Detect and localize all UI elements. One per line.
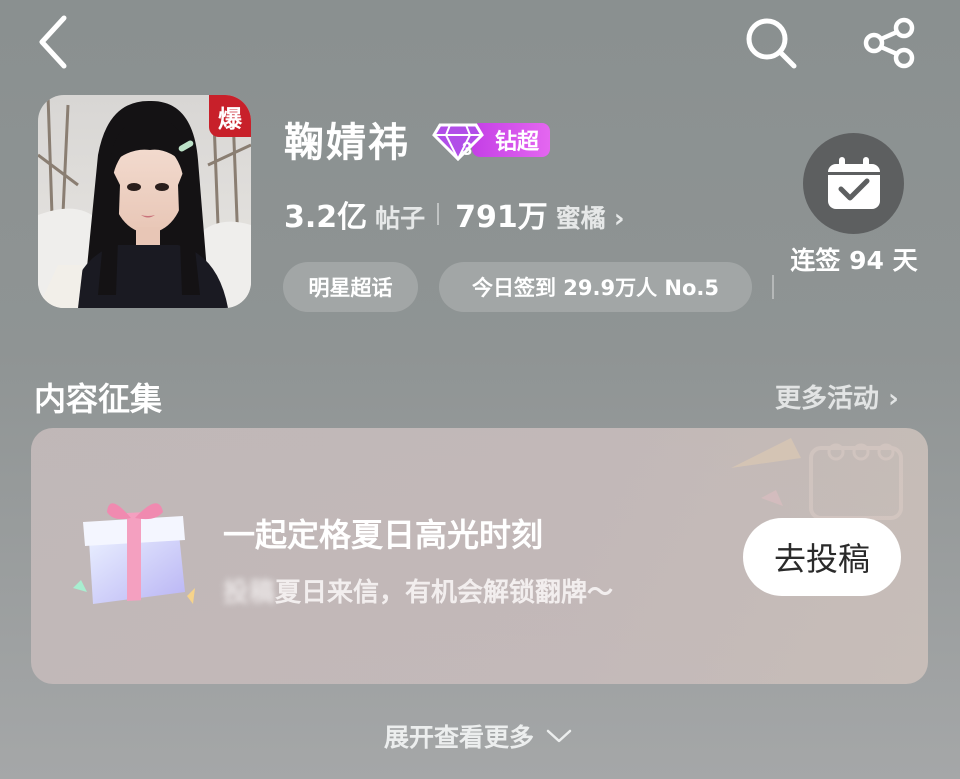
- posts-label: 帖子: [375, 204, 426, 233]
- chip-star-supertopic[interactable]: 明星超话: [283, 262, 418, 312]
- expand-more-button[interactable]: 展开查看更多: [384, 718, 572, 754]
- checkin-button[interactable]: [803, 133, 904, 234]
- submit-button[interactable]: 去投稿: [743, 518, 901, 596]
- calendar-check-icon: [827, 156, 880, 209]
- share-icon[interactable]: [860, 14, 920, 72]
- avatar[interactable]: 爆: [38, 95, 251, 308]
- fans-label: 蜜橘: [555, 204, 606, 233]
- search-icon[interactable]: [742, 14, 800, 72]
- gift-box-icon: [73, 503, 195, 604]
- campaign-subtitle-blurred: 投稿: [223, 578, 276, 608]
- hot-badge: 爆: [209, 95, 251, 137]
- more-activities-label: 更多活动: [775, 384, 880, 414]
- campaign-title: 一起定格夏日高光时刻: [223, 516, 544, 554]
- back-chevron-icon[interactable]: [32, 12, 76, 72]
- stat-divider: [437, 203, 440, 225]
- chevron-right-icon: ›: [613, 204, 625, 234]
- more-activities-link[interactable]: 更多活动 ›: [775, 378, 899, 415]
- level-badge[interactable]: 钻超 3: [432, 119, 550, 161]
- chevron-right-icon: ›: [888, 384, 899, 414]
- topic-name: 鞠婧祎: [284, 120, 410, 166]
- checkin-streak-label: 连签 94 天: [790, 246, 918, 275]
- level-number: 3: [462, 139, 472, 159]
- campaign-subtitle-text: 夏日来信，有机会解锁翻牌～: [275, 578, 614, 608]
- expand-more-label: 展开查看更多: [384, 723, 535, 752]
- topic-stats[interactable]: 3.2亿 帖子 791万 蜜橘 ›: [284, 192, 625, 236]
- diamond-icon: 3: [432, 123, 484, 161]
- chip-checkin-rank[interactable]: 今日签到 29.9万人 No.5: [439, 262, 752, 312]
- chevron-down-icon: [546, 729, 572, 743]
- fans-count: 791万: [455, 200, 548, 235]
- chip-divider: [772, 275, 774, 299]
- posts-count: 3.2亿: [284, 200, 368, 235]
- campaign-subtitle: 投稿夏日来信，有机会解锁翻牌～: [223, 572, 613, 609]
- section-title: 内容征集: [34, 380, 163, 418]
